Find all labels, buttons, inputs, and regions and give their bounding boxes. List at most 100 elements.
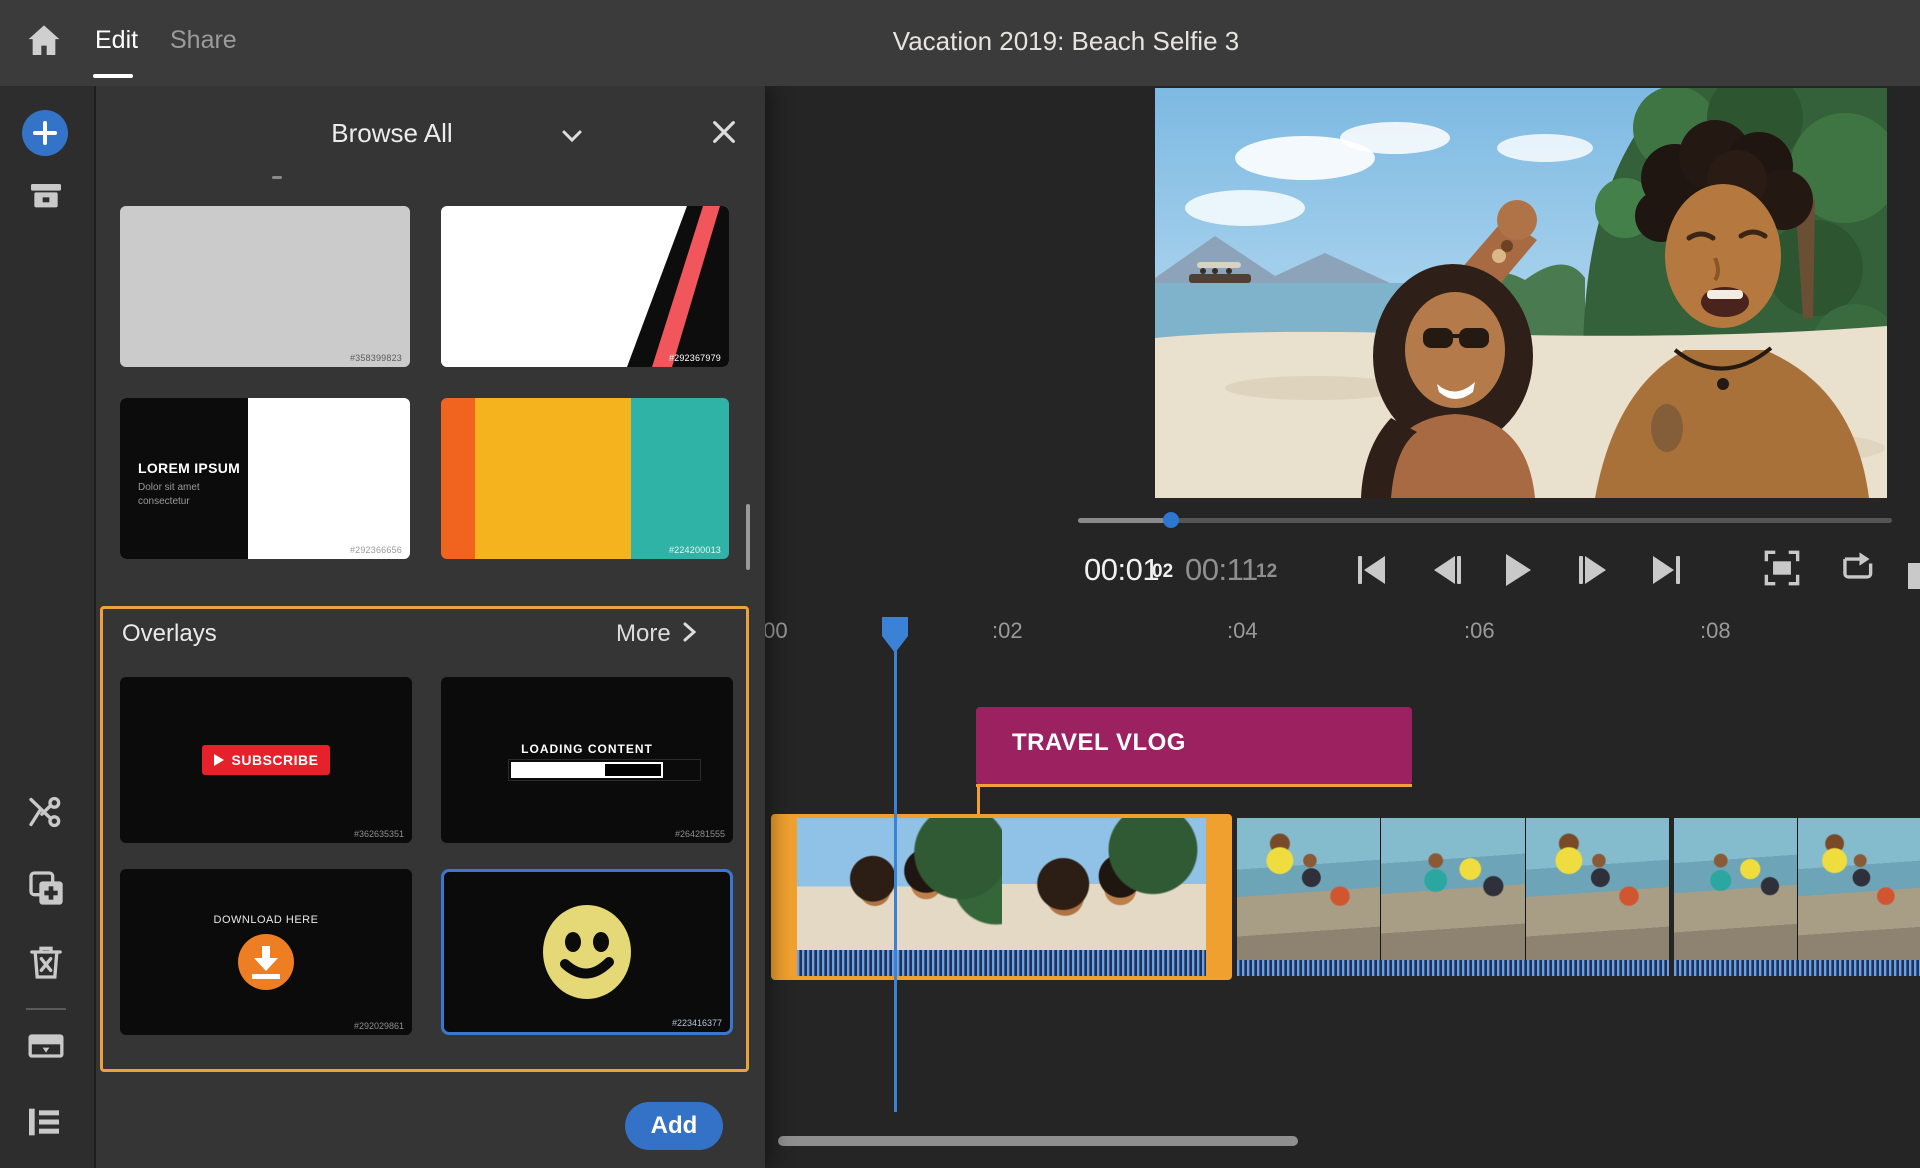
template-black-half xyxy=(120,398,248,559)
video-frame xyxy=(1002,818,1207,950)
home-icon[interactable] xyxy=(24,20,64,60)
bar xyxy=(1579,556,1583,584)
asset-id: #292366656 xyxy=(350,545,402,555)
clip-frames xyxy=(1237,818,1669,960)
video-preview[interactable] xyxy=(1155,88,1887,498)
export-frame-icon[interactable] xyxy=(26,1026,66,1066)
audio-waveform xyxy=(1674,960,1920,976)
asset-id: #362635351 xyxy=(354,829,404,839)
delete-trash-icon[interactable] xyxy=(26,942,66,982)
timeline-horizontal-scrollbar[interactable] xyxy=(778,1136,1298,1146)
timeline-clip-selected[interactable] xyxy=(771,814,1232,980)
browse-all-dropdown-label[interactable]: Browse All xyxy=(242,118,542,149)
media-browser-icon[interactable] xyxy=(26,174,66,214)
subscribe-label: SUBSCRIBE xyxy=(232,752,319,768)
add-media-icon[interactable] xyxy=(22,110,68,156)
clip-frames xyxy=(797,818,1206,950)
asset-id: #224200013 xyxy=(669,545,721,555)
chevron-down-icon[interactable] xyxy=(560,124,584,148)
step-forward-button[interactable] xyxy=(1570,548,1614,592)
project-title: Vacation 2019: Beach Selfie 3 xyxy=(760,26,1372,57)
subscribe-button-graphic: SUBSCRIBE xyxy=(202,745,331,775)
tool-rail xyxy=(0,86,96,1168)
triangle-left-icon xyxy=(1434,556,1455,584)
more-label: More xyxy=(616,620,671,647)
overlay-preview: LOADING CONTENT xyxy=(441,677,733,843)
timecode-current-frames: 02 xyxy=(1152,561,1173,583)
ruler-tick: :04 xyxy=(1227,618,1258,644)
asset-id: #292367979 xyxy=(669,353,721,363)
split-scissors-icon[interactable] xyxy=(26,792,66,832)
triangle-right-icon xyxy=(1585,556,1606,584)
video-frame xyxy=(1237,818,1380,960)
template-heading: LOREM IPSUM xyxy=(138,460,240,476)
timeline-clip[interactable] xyxy=(1674,818,1920,976)
tab-edit[interactable]: Edit xyxy=(95,26,138,55)
timecode-duration: 00:11 xyxy=(1185,552,1258,588)
trim-handle-left[interactable] xyxy=(775,818,797,976)
overlay-preview xyxy=(444,872,730,1032)
clip-content xyxy=(797,818,1206,976)
orange-band xyxy=(441,398,475,559)
title-template-diagonal-red[interactable]: #292367979 xyxy=(441,206,729,367)
template-subtext: consectetur xyxy=(138,496,190,507)
go-to-end-button[interactable] xyxy=(1644,548,1688,592)
video-frame xyxy=(1381,818,1524,960)
bar xyxy=(1358,556,1362,584)
clipped-toolbar-button[interactable] xyxy=(1908,563,1920,589)
top-bar: Edit Share Vacation 2019: Beach Selfie 3 xyxy=(0,0,1920,86)
title-clip-link-line xyxy=(976,784,1412,787)
title-clip-label: TRAVEL VLOG xyxy=(1012,729,1186,757)
title-template-lorem-ipsum[interactable]: LOREM IPSUM Dolor sit amet consectetur #… xyxy=(120,398,410,559)
ruler-tick: :02 xyxy=(992,618,1023,644)
rail-divider xyxy=(26,1008,66,1010)
overlay-subscribe[interactable]: SUBSCRIBE #362635351 xyxy=(120,677,412,843)
progress-fill xyxy=(513,764,605,776)
overlay-loading-content[interactable]: LOADING CONTENT #264281555 xyxy=(441,677,733,843)
timecode-current: 00:01 xyxy=(1084,552,1159,588)
add-button[interactable]: Add xyxy=(625,1102,723,1150)
trim-handle-right[interactable] xyxy=(1206,818,1228,976)
tab-share[interactable]: Share xyxy=(170,26,237,55)
timecode-duration-frames: 12 xyxy=(1256,561,1277,583)
playhead-line[interactable] xyxy=(894,650,897,1112)
ruler-tick: :06 xyxy=(1464,618,1495,644)
triangle-right-icon xyxy=(1653,556,1674,584)
arrow-bar xyxy=(252,974,280,979)
go-to-start-button[interactable] xyxy=(1349,548,1393,592)
duplicate-icon[interactable] xyxy=(26,868,66,908)
download-label: DOWNLOAD HERE xyxy=(214,914,319,926)
step-back-button[interactable] xyxy=(1425,548,1469,592)
active-tab-underline xyxy=(93,74,133,78)
panel-scrollbar[interactable] xyxy=(746,504,750,570)
preview-scrub-track[interactable] xyxy=(1078,518,1892,523)
ruler-tick: :08 xyxy=(1700,618,1731,644)
timeline-title-clip[interactable]: TRAVEL VLOG xyxy=(976,707,1412,785)
overlay-smiley-selected[interactable]: #223416377 xyxy=(441,869,733,1035)
title-template-color-bars[interactable]: #224200013 xyxy=(441,398,729,559)
preview-scrub-handle[interactable] xyxy=(1163,512,1179,528)
close-icon[interactable] xyxy=(708,116,740,148)
triangle-left-icon xyxy=(1364,556,1385,584)
playhead-handle[interactable] xyxy=(881,616,909,659)
titles-browser-panel: Browse All #358399823 #292367979 LOREM I… xyxy=(96,86,765,1168)
arrow-head xyxy=(254,958,278,971)
audio-waveform xyxy=(797,950,1206,976)
template-subtext: Dolor sit amet xyxy=(138,482,200,493)
title-clip-link-connector xyxy=(977,787,980,815)
overlay-download-here[interactable]: DOWNLOAD HERE #292029861 xyxy=(120,869,412,1035)
video-frame xyxy=(1526,818,1669,960)
asset-id: #292029861 xyxy=(354,1021,404,1031)
asset-id: #223416377 xyxy=(672,1018,722,1028)
track-controls-icon[interactable] xyxy=(24,1102,64,1142)
loading-label: LOADING CONTENT xyxy=(521,742,653,756)
preview-scrub-played xyxy=(1078,518,1170,523)
title-template-blank-gray[interactable]: #358399823 xyxy=(120,206,410,367)
timeline-clip[interactable] xyxy=(1237,818,1669,976)
scroll-indicator xyxy=(272,176,282,179)
fullscreen-button[interactable] xyxy=(1763,549,1801,587)
overlays-more-link[interactable]: More xyxy=(616,620,697,648)
play-button[interactable] xyxy=(1496,548,1540,592)
video-frame xyxy=(1674,818,1797,960)
loop-button[interactable] xyxy=(1836,549,1874,587)
